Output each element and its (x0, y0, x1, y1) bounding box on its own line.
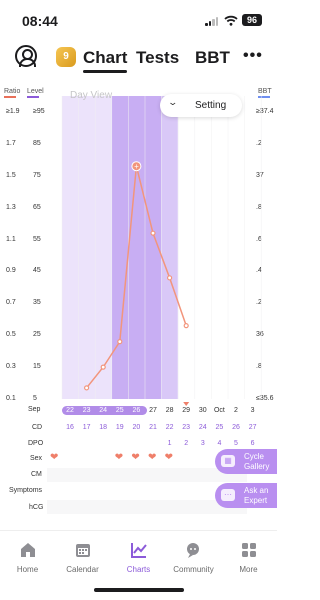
dpo-cell[interactable]: 6 (245, 440, 261, 447)
expert-label-1: Ask an (244, 486, 269, 495)
chat-bubble-icon: ⋯ (221, 489, 235, 501)
nav-community-label: Community (173, 565, 214, 574)
peak-plus-icon: + (134, 162, 139, 171)
date-cell[interactable]: 3 (245, 407, 261, 414)
nav-charts[interactable]: Charts (111, 541, 166, 574)
status-time: 08:44 (22, 13, 58, 29)
top-header: 9 Chart Tests BBT ••• (0, 40, 277, 76)
cd-cell[interactable]: 25 (211, 424, 227, 431)
nav-home-label: Home (16, 565, 39, 574)
date-cell[interactable]: 29 (178, 407, 194, 414)
heart-icon: ❤ (114, 452, 124, 463)
setting-button[interactable]: ⌄ Setting (160, 94, 242, 117)
dpo-label: DPO (28, 440, 44, 447)
date-cell[interactable]: 2 (228, 407, 244, 414)
gallery-icon: ▦ (221, 455, 235, 467)
date-cell[interactable]: 27 (145, 407, 161, 414)
cd-cell[interactable]: 21 (145, 424, 161, 431)
cd-cell[interactable]: 24 (195, 424, 211, 431)
hcg-label: hCG (29, 504, 44, 511)
data-point (167, 275, 173, 281)
tab-chart[interactable]: Chart (83, 48, 128, 73)
date-cell[interactable]: 24 (95, 407, 111, 414)
heart-icon: ❤ (148, 452, 157, 463)
nav-calendar-label: Calendar (66, 565, 99, 574)
tab-bbt[interactable]: BBT (195, 48, 230, 68)
gallery-label-2: Gallery (244, 462, 270, 471)
date-cell[interactable]: 25 (112, 407, 128, 414)
symptoms-label: Symptoms (9, 487, 43, 494)
home-icon (20, 543, 35, 557)
date-cell[interactable]: 26 (128, 407, 144, 414)
date-cell[interactable]: 23 (79, 407, 95, 414)
cd-cell[interactable]: 19 (112, 424, 128, 431)
cd-cell[interactable]: 27 (245, 424, 261, 431)
profile-icon[interactable] (15, 45, 37, 67)
day-view-label: Day View (70, 90, 113, 101)
nav-home[interactable]: Home (0, 541, 55, 574)
calendar-icon (75, 544, 90, 557)
cycle-gallery-button[interactable]: ▦ Cycle Gallery (215, 449, 277, 474)
charts-icon (130, 543, 147, 558)
cd-cell[interactable]: 20 (128, 424, 144, 431)
heart-icon: ❤ (131, 452, 140, 463)
expert-label-2: Expert (244, 496, 268, 505)
level-badge[interactable]: 9 (56, 47, 76, 67)
date-cell[interactable]: 22 (62, 407, 78, 414)
cd-cell[interactable]: 16 (62, 424, 78, 431)
more-grid-icon (241, 543, 256, 557)
dpo-cell[interactable]: 5 (228, 440, 244, 447)
hormone-chart[interactable]: Ratio Level BBT ≥1.9 1.7 1.5 1.3 1.1 0.9 0.7 0.… (0, 88, 277, 418)
battery-icon: 96 (242, 14, 262, 26)
heart-icon: ❤ (164, 452, 173, 463)
date-cell[interactable]: 30 (195, 407, 211, 414)
home-indicator (94, 588, 184, 592)
cd-cell[interactable]: 22 (162, 424, 178, 431)
data-point (117, 339, 123, 345)
cd-cell[interactable]: 18 (95, 424, 111, 431)
community-icon (186, 543, 199, 558)
nav-calendar[interactable]: Calendar (55, 541, 110, 574)
tab-tests[interactable]: Tests (136, 48, 179, 68)
nav-charts-label: Charts (126, 565, 151, 574)
today-marker-icon (183, 402, 190, 406)
dpo-cell[interactable]: 2 (178, 440, 194, 447)
nav-community[interactable]: Community (166, 541, 221, 574)
chart-plot[interactable]: + (0, 88, 277, 408)
cd-cell[interactable]: 23 (178, 424, 194, 431)
cellular-signal-icon (205, 17, 219, 26)
cd-cell[interactable]: 17 (79, 424, 95, 431)
data-point (83, 385, 90, 391)
data-point (100, 364, 106, 370)
ask-expert-button[interactable]: ⋯ Ask an Expert (215, 483, 277, 508)
highlight-edge (161, 96, 178, 399)
highlight-shade (111, 96, 162, 399)
date-cell[interactable]: 28 (162, 407, 178, 414)
wifi-icon (224, 15, 238, 26)
gallery-label-1: Cycle (244, 452, 265, 461)
setting-label: Setting (195, 100, 227, 111)
more-options-icon[interactable]: ••• (243, 47, 263, 65)
data-point (183, 323, 189, 329)
chevron-down-icon: ⌄ (167, 97, 179, 107)
data-point (150, 230, 156, 236)
cd-cell[interactable]: 26 (228, 424, 244, 431)
cm-row-bg (47, 468, 247, 482)
heart-icon: ❤ (50, 452, 59, 463)
dpo-cell[interactable]: 3 (195, 440, 211, 447)
cm-label: CM (31, 471, 42, 478)
date-cell[interactable]: Oct (211, 407, 227, 414)
nav-more-label: More (239, 565, 258, 574)
dpo-cell[interactable]: 1 (162, 440, 178, 447)
nav-more[interactable]: More (221, 541, 276, 574)
dpo-cell[interactable]: 4 (211, 440, 227, 447)
status-bar: 08:44 96 (0, 0, 277, 40)
